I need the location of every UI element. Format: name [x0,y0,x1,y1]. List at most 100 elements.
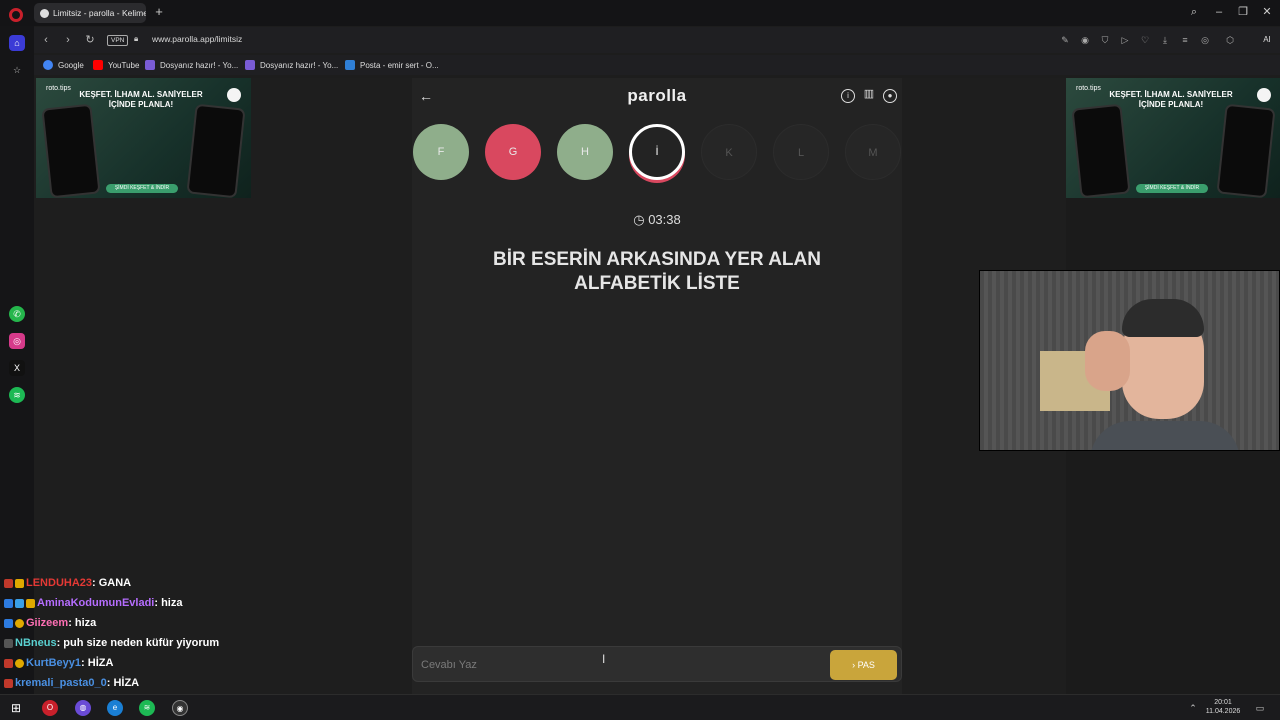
text-cursor-icon: I [602,652,606,666]
chat-message: kremali_pasta0_0 : HİZA [4,674,139,692]
question-line-2: ALFABETİK LİSTE [574,273,740,294]
star-icon[interactable]: ☆ [9,62,25,78]
vpn-badge[interactable]: VPN [107,35,129,46]
bookmark-posta[interactable]: Posta - emir sert - O... [345,58,439,72]
lock-icon[interactable]: 🔒︎ [134,34,142,43]
bookmark-icon [145,60,155,70]
ad-dot-icon [1257,88,1271,102]
letter-circle-h: H [557,124,613,180]
badge-icon [4,678,13,688]
extensions-icon[interactable]: ⬡ [1224,34,1236,46]
reload-button[interactable]: ↻ [83,33,97,47]
advert-right[interactable]: roto.tips KEŞFET. İLHAM AL. SANİYELER İÇ… [1066,78,1280,198]
chat-username: kremali_pasta0_0 [15,677,107,689]
letter-circle-l: L [773,124,829,180]
download-icon[interactable]: ⤓ [1159,34,1171,46]
ad-cta-button[interactable]: ŞİMDİ KEŞFET & İNDİR [106,184,178,193]
browser-tab[interactable]: Limitsiz - parolla - Kelime [34,3,146,23]
play-icon[interactable]: ▷ [1119,34,1131,46]
address-bar: ‹ › ↻ VPN 🔒︎ www.parolla.app/limitsiz ✎ … [34,27,1280,53]
crown-icon [26,598,35,608]
letter-circle-i-active: İ [629,124,685,180]
camera-icon[interactable]: ◉ [1079,34,1091,46]
ad-dot-icon [227,88,241,102]
bookmark-dosya-2[interactable]: Dosyanız hazır! - Yo... [245,58,338,72]
url-field[interactable]: www.parolla.app/limitsiz [152,34,242,44]
minimize-button[interactable]: – [1211,4,1227,20]
ad-headline: KEŞFET. İLHAM AL. SANİYELER İÇİNDE PLANL… [79,90,203,109]
windows-taskbar: ⊞ O ◍ e ≋ ◉ ⌃ 20:01 11.04.2026 ▭ [0,694,1280,720]
home-icon[interactable]: ⌂ [9,35,25,51]
bookmark-youtube[interactable]: YouTube [93,58,139,72]
user-icon[interactable]: ● [883,89,897,103]
notification-icon[interactable]: ▭ [1252,700,1268,716]
x-icon[interactable]: X [9,360,25,376]
advert-left[interactable]: roto.tips KEŞFET. İLHAM AL. SANİYELER İÇ… [36,78,251,198]
maximize-button[interactable]: ❐ [1235,4,1251,20]
coin-icon [15,658,24,668]
phone-image [1216,103,1276,198]
bookmarks-bar: Google YouTube Dosyanız hazır! - Yo... D… [34,55,1280,75]
bookmark-icon [245,60,255,70]
pass-button[interactable]: › PAS [830,650,897,680]
badge-icon [4,658,13,668]
instagram-icon[interactable]: ◎ [9,333,25,349]
badge-icon [4,578,13,588]
forward-button[interactable]: › [61,33,75,47]
heart-icon[interactable]: ♡ [1139,34,1151,46]
phone-image [1071,103,1131,198]
discord-taskbar-icon[interactable]: ◍ [75,700,91,716]
spotify-icon[interactable]: ≋ [9,387,25,403]
ad-cta-button[interactable]: ŞİMDİ KEŞFET & İNDİR [1136,184,1208,193]
chat-username: NBneus [15,637,57,649]
timer-value: 03:38 [648,212,681,227]
menu-icon[interactable]: ≡ [1179,34,1191,46]
stream-chat: LENDUHA23 : GANA AminaKodumunEvladi : hi… [0,574,300,692]
chat-username: KurtBeyy1 [26,657,82,669]
spotify-taskbar-icon[interactable]: ≋ [139,700,155,716]
close-button[interactable]: ✕ [1259,4,1275,20]
chat-username: AminaKodumunEvladi [37,597,155,609]
phone-image [186,103,246,198]
info-icon[interactable]: i [841,89,855,103]
chat-text: : hiza [154,597,183,609]
ai-button[interactable]: AI [1256,31,1278,49]
new-tab-button[interactable]: + [153,5,165,19]
profile-icon[interactable]: ◎ [1199,34,1211,46]
chat-text: : GANA [92,577,132,589]
chat-text: : HİZA [106,677,140,689]
opera-logo-icon[interactable] [9,8,23,22]
answer-input[interactable] [421,655,721,675]
chat-text: : HİZA [81,657,114,669]
shield-icon[interactable]: ⛉ [1099,34,1111,46]
opera-taskbar-icon[interactable]: O [42,700,58,716]
bookmark-dosya-1[interactable]: Dosyanız hazır! - Yo... [145,58,238,72]
bookmark-google[interactable]: Google [43,58,84,72]
pass-label: PAS [857,660,875,670]
back-button[interactable]: ‹ [39,33,53,47]
site-logo[interactable]: parolla [412,86,902,106]
coin-icon [15,618,24,628]
letter-circle-f: F [413,124,469,180]
badge-icon [4,618,13,628]
stats-icon[interactable]: ▥ [862,89,876,103]
letter-wheel: F G H İ K L M [412,124,902,182]
question-line-1: BİR ESERİN ARKASINDA YER ALAN [493,249,821,270]
edit-icon[interactable]: ✎ [1059,34,1071,46]
ad-headline: KEŞFET. İLHAM AL. SANİYELER İÇİNDE PLANL… [1109,90,1233,109]
system-clock[interactable]: 20:01 11.04.2026 [1198,698,1248,716]
obs-taskbar-icon[interactable]: ◉ [172,700,188,716]
answer-box: › PAS [412,646,902,682]
tab-favicon-icon [40,8,49,18]
windows-start-icon[interactable]: ⊞ [8,700,24,716]
edge-taskbar-icon[interactable]: e [107,700,123,716]
mail-icon [345,60,355,70]
letter-circle-k: K [701,124,757,180]
search-tabs-icon[interactable]: ⌕ [1186,4,1202,20]
chat-username: Giizeem [26,617,69,629]
webcam-overlay [979,270,1280,451]
badge-icon [4,598,13,608]
whatsapp-icon[interactable]: ✆ [9,306,25,322]
letter-circle-g: G [485,124,541,180]
browser-tab-bar: Limitsiz - parolla - Kelime + ⌕ – ❐ ✕ [0,0,1280,26]
